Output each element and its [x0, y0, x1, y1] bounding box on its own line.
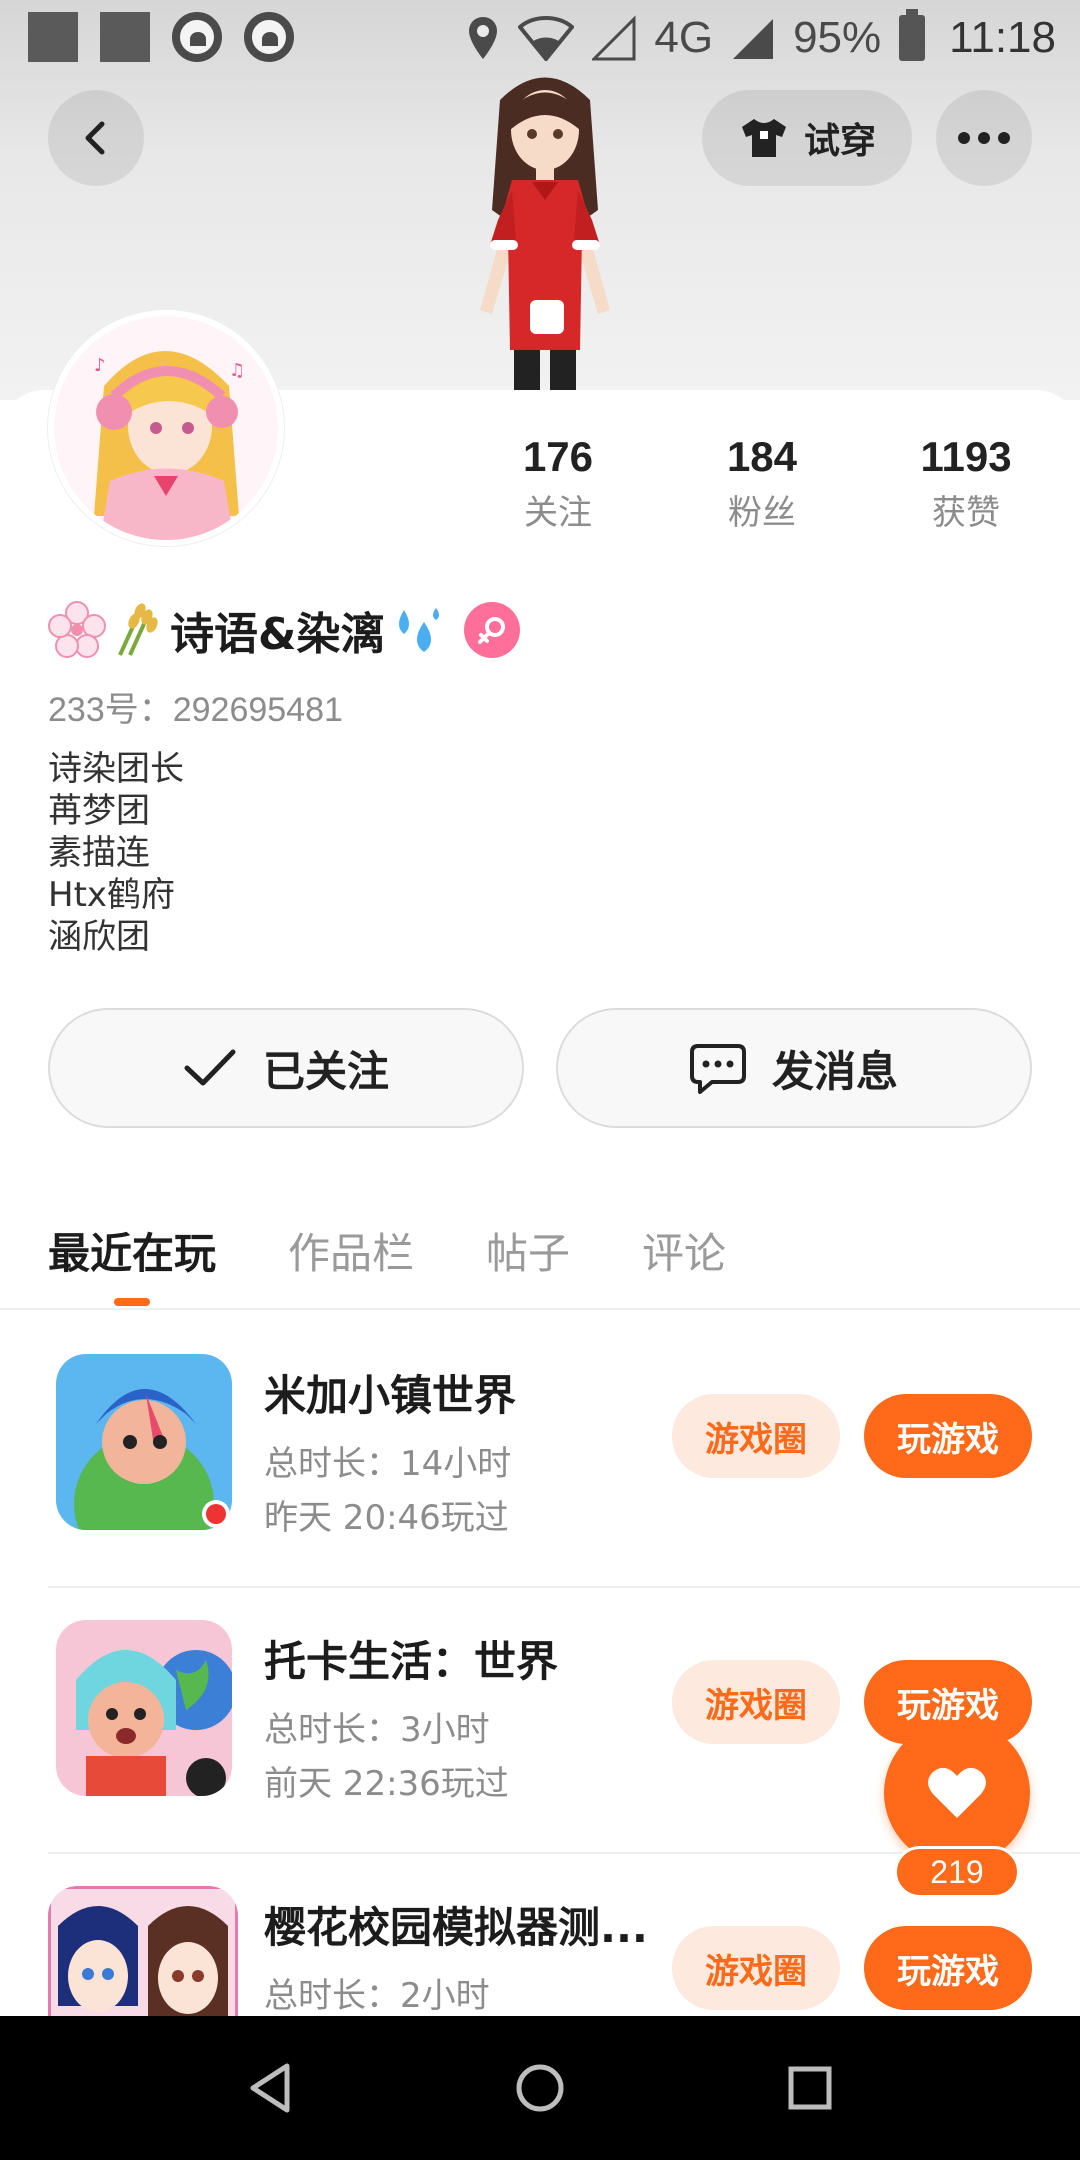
- app-notification-icon: [244, 12, 294, 62]
- game-icon: [56, 1620, 232, 1796]
- signal-empty-icon: [592, 15, 636, 61]
- svg-text:♫: ♫: [229, 360, 245, 381]
- profile-tabs: 最近在玩 作品栏 帖子 评论: [0, 1210, 1080, 1310]
- game-last-played: 前天 22:36玩过: [264, 1764, 509, 1804]
- game-circle-button[interactable]: 游戏圈: [672, 1660, 840, 1744]
- status-bar: 4G 95% 11:18: [0, 0, 1080, 72]
- stat-likes-value: 1193: [920, 433, 1012, 480]
- svg-text:♪: ♪: [94, 355, 106, 376]
- user-id: 233号：292695481: [48, 691, 343, 729]
- chevron-left-icon: [85, 121, 105, 155]
- profile-name: 诗语&染漓: [170, 609, 385, 660]
- game-title: 米加小镇世界: [264, 1371, 517, 1420]
- nav-home-button[interactable]: [504, 2052, 576, 2124]
- app-notification-icon: [172, 12, 222, 62]
- back-button[interactable]: [48, 90, 144, 186]
- game-duration: 总时长：3小时: [264, 1710, 490, 1750]
- like-count: 219: [894, 1846, 1020, 1898]
- play-game-button[interactable]: 玩游戏: [864, 1926, 1032, 2010]
- send-message-label: 发消息: [771, 1046, 898, 1096]
- stat-following-value: 176: [522, 433, 594, 480]
- followed-label: 已关注: [262, 1046, 389, 1096]
- try-on-button[interactable]: 试穿: [702, 90, 912, 186]
- status-bar-system: 4G 95% 11:18: [466, 8, 1056, 68]
- heart-icon: [928, 1767, 986, 1818]
- notification-icon: [28, 12, 78, 62]
- play-game-button[interactable]: 玩游戏: [864, 1394, 1032, 1478]
- location-icon: [469, 17, 498, 59]
- stat-followers-label: 粉丝: [728, 493, 796, 533]
- followed-button[interactable]: 已关注: [48, 1008, 524, 1128]
- shirt-icon: [741, 119, 786, 157]
- avatar-illustration: ♪ ♫: [54, 316, 278, 540]
- chat-bubble-icon: [689, 1044, 746, 1094]
- bio-line: 苒梦团: [48, 791, 150, 831]
- game-title: 樱花校园模拟器测...: [264, 1903, 644, 1952]
- more-dots-icon: [958, 132, 1010, 144]
- status-bar-notifications: [28, 12, 294, 62]
- like-button[interactable]: [884, 1720, 1030, 1866]
- stat-likes-label: 获赞: [932, 493, 1000, 533]
- character-avatar-3d: [480, 77, 610, 400]
- checkmark-icon: [184, 1049, 236, 1086]
- stat-likes[interactable]: 1193 获赞: [866, 432, 1066, 538]
- try-on-label: 试穿: [803, 121, 876, 162]
- wifi-icon: [518, 16, 575, 61]
- sweat-droplets-icon: [399, 608, 440, 652]
- tab-works[interactable]: 作品栏: [288, 1220, 414, 1281]
- bio-line: Htx鹤府: [48, 875, 176, 915]
- list-item[interactable]: 米加小镇世界 总时长：14小时 昨天 20:46玩过 游戏圈 玩游戏: [0, 1322, 1080, 1588]
- stat-followers-value: 184: [726, 433, 798, 480]
- gender-badge: [464, 602, 521, 658]
- profile-avatar[interactable]: ♪ ♫: [48, 310, 284, 546]
- bio-line: 涵欣团: [48, 917, 150, 957]
- circle-home-icon: [516, 2064, 564, 2112]
- game-last-played: 昨天 20:46玩过: [264, 1498, 509, 1538]
- stat-following[interactable]: 176 关注: [458, 432, 658, 538]
- game-circle-button[interactable]: 游戏圈: [672, 1926, 840, 2010]
- clock: 11:18: [949, 13, 1056, 62]
- bio-line: 诗染团长: [48, 749, 184, 789]
- battery-icon: [899, 9, 926, 61]
- tab-recently-played[interactable]: 最近在玩: [48, 1220, 216, 1281]
- notification-icon: [100, 12, 150, 62]
- system-navigation-bar: [0, 2016, 1080, 2160]
- profile-name-row: 诗语&染漓: [48, 598, 521, 662]
- nav-recents-button[interactable]: [774, 2052, 846, 2124]
- nav-back-button[interactable]: [234, 2052, 306, 2124]
- more-button[interactable]: [936, 90, 1032, 186]
- square-recents-icon: [788, 2066, 832, 2110]
- bio-line: 素描连: [48, 833, 150, 873]
- profile-bio: 诗染团长 苒梦团 素描连 Htx鹤府 涵欣团: [48, 748, 184, 958]
- send-message-button[interactable]: 发消息: [556, 1008, 1032, 1128]
- triangle-back-icon: [250, 2063, 290, 2113]
- stat-following-label: 关注: [524, 493, 592, 533]
- game-circle-button[interactable]: 游戏圈: [672, 1394, 840, 1478]
- tab-indicator: [114, 1298, 150, 1306]
- tab-posts[interactable]: 帖子: [486, 1220, 570, 1281]
- game-duration: 总时长：2小时: [264, 1976, 490, 2016]
- cherry-blossom-icon: [48, 601, 106, 658]
- tab-comments[interactable]: 评论: [642, 1220, 726, 1281]
- game-duration: 总时长：14小时: [264, 1444, 512, 1484]
- rice-sheaf-icon: [118, 603, 158, 656]
- game-title: 托卡生活：世界: [264, 1637, 559, 1686]
- game-icon: [56, 1354, 232, 1530]
- stat-followers[interactable]: 184 粉丝: [662, 432, 862, 538]
- network-type: 4G: [654, 13, 714, 62]
- signal-icon: [733, 19, 774, 59]
- battery-percent: 95%: [793, 13, 882, 62]
- female-symbol-icon: [478, 617, 506, 644]
